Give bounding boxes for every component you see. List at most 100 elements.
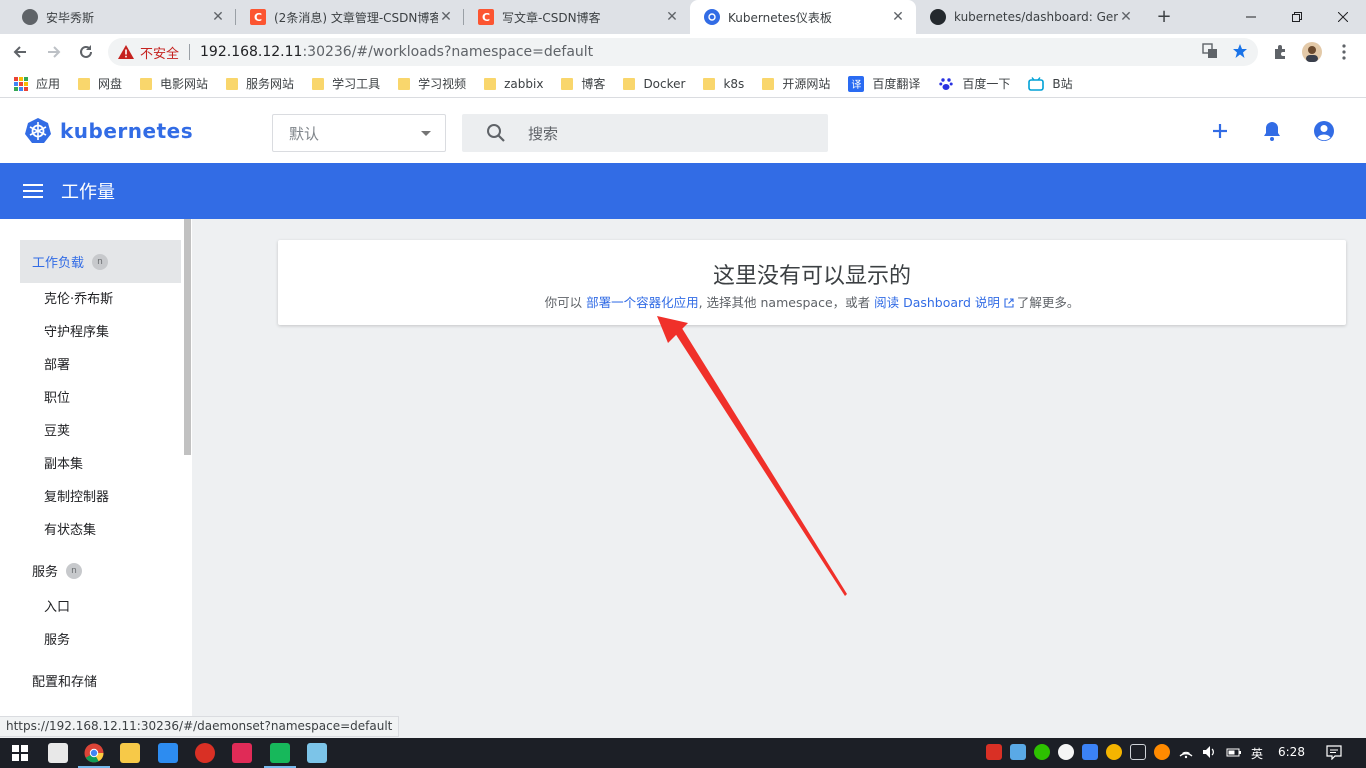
app-icon[interactable]: [232, 743, 252, 763]
sidebar-item-jobs[interactable]: 职位: [44, 389, 70, 409]
file-explorer-icon[interactable]: [120, 743, 140, 763]
sidebar-item-ingresses[interactable]: 入口: [44, 598, 70, 618]
sidebar-item-replicasets[interactable]: 副本集: [44, 455, 83, 475]
qq-icon[interactable]: [1058, 744, 1074, 760]
tray-app-icon[interactable]: [986, 744, 1002, 760]
browser-tab[interactable]: C 写文章-CSDN博客 ✕: [464, 0, 690, 34]
bookmark-folder[interactable]: 网盘: [78, 75, 122, 92]
bookmark-folder[interactable]: 开源网站: [762, 75, 830, 92]
empty-state-text: 你可以: [544, 295, 587, 310]
restore-icon[interactable]: [1274, 0, 1320, 34]
empty-state-text: , 选择其他 namespace，或者: [698, 295, 875, 310]
address-bar[interactable]: 不安全 192.168.12.11:30236/#/workloads?name…: [108, 38, 1258, 66]
browser-tab[interactable]: C (2条消息) 文章管理-CSDN博客 ✕: [236, 0, 464, 34]
create-plus-icon[interactable]: [1207, 118, 1233, 144]
app-icon[interactable]: [48, 743, 68, 763]
bookmark-folder[interactable]: Docker: [623, 77, 685, 91]
wifi-icon[interactable]: [1178, 744, 1194, 760]
folder-icon: [623, 77, 636, 90]
sidebar-item-deployments[interactable]: 部署: [44, 356, 70, 376]
bookmark-label: 应用: [36, 77, 61, 91]
bookmark-folder[interactable]: 学习视频: [398, 75, 466, 92]
terminal-app-icon[interactable]: [264, 743, 296, 768]
bookmark-star-icon[interactable]: [1232, 43, 1248, 63]
deploy-app-link[interactable]: 部署一个容器化应用: [586, 295, 699, 310]
search-tray-icon[interactable]: [1154, 744, 1170, 760]
kubernetes-logo[interactable]: kubernetes: [24, 117, 193, 145]
reload-icon[interactable]: [72, 38, 100, 66]
battery-icon[interactable]: [1226, 744, 1242, 760]
action-center-icon[interactable]: [1326, 744, 1342, 761]
close-icon[interactable]: ✕: [1118, 9, 1134, 25]
close-icon[interactable]: ✕: [890, 9, 906, 25]
browser-tab[interactable]: kubernetes/dashboard: General ✕: [916, 0, 1144, 34]
sidebar-scrollbar[interactable]: [184, 219, 191, 455]
close-icon[interactable]: ✕: [210, 9, 226, 25]
chrome-icon[interactable]: [78, 743, 110, 768]
bookmark-folder[interactable]: zabbix: [484, 77, 543, 91]
search-icon: [487, 124, 505, 142]
back-icon[interactable]: [6, 38, 34, 66]
dashboard-docs-link[interactable]: 阅读 Dashboard 说明: [874, 295, 1000, 310]
apps-grid-icon: [14, 76, 28, 91]
empty-state-card: 这里没有可以显示的 你可以 部署一个容器化应用, 选择其他 namespace，…: [278, 240, 1346, 325]
sidebar-item-daemonsets[interactable]: 守护程序集: [44, 323, 109, 343]
bookmark-apps[interactable]: 应用: [14, 75, 60, 92]
bookmark-baidu-translate[interactable]: 译 百度翻译: [848, 75, 920, 92]
search-input[interactable]: 搜索: [462, 114, 828, 152]
security-label[interactable]: 不安全: [140, 43, 179, 62]
tray-app-icon[interactable]: [1010, 744, 1026, 760]
app-icon[interactable]: [195, 743, 215, 763]
extensions-puzzle-icon[interactable]: [1270, 42, 1290, 62]
bookmark-folder[interactable]: 学习工具: [312, 75, 380, 92]
url-text[interactable]: 192.168.12.11:30236/#/workloads?namespac…: [200, 44, 593, 60]
bookmark-bilibili[interactable]: B站: [1028, 75, 1073, 92]
bookmark-label: 学习视频: [418, 77, 467, 91]
sidebar-section-workloads[interactable]: 工作负载 n: [20, 240, 181, 283]
account-circle-icon[interactable]: [1311, 118, 1337, 144]
display-icon[interactable]: [1130, 744, 1146, 760]
minimize-icon[interactable]: [1228, 0, 1274, 34]
pin-icon[interactable]: n: [92, 253, 109, 270]
translate-page-icon[interactable]: [1202, 43, 1218, 63]
tab-title: 写文章-CSDN博客: [502, 10, 601, 25]
sidebar-section-config-storage[interactable]: 配置和存储: [20, 659, 181, 702]
bookmark-baidu[interactable]: 百度一下: [938, 75, 1010, 92]
translate-icon: 译: [848, 75, 865, 92]
sidebar-item-cronjobs[interactable]: 克伦·乔布斯: [44, 290, 113, 310]
volume-icon[interactable]: [1202, 744, 1218, 760]
sidebar-item-services[interactable]: 服务: [44, 631, 70, 651]
close-icon[interactable]: ✕: [438, 9, 454, 25]
input-method-indicator[interactable]: 英: [1251, 745, 1263, 762]
empty-state-title: 这里没有可以显示的: [712, 264, 911, 289]
sidebar-item-pods[interactable]: 豆荚: [44, 422, 70, 442]
close-icon[interactable]: ✕: [664, 9, 680, 25]
new-tab-button[interactable]: +: [1152, 5, 1176, 29]
pin-icon[interactable]: n: [66, 562, 83, 579]
security-shield-icon[interactable]: [1082, 744, 1098, 760]
bookmark-folder[interactable]: 服务网站: [226, 75, 294, 92]
bookmark-folder[interactable]: 电影网站: [140, 75, 208, 92]
browser-menu-icon[interactable]: [1334, 42, 1354, 62]
bookmark-folder[interactable]: 博客: [561, 75, 605, 92]
windows-start-icon[interactable]: [10, 743, 30, 763]
bookmark-folder[interactable]: k8s: [703, 77, 744, 91]
sidebar-item-statefulsets[interactable]: 有状态集: [44, 521, 96, 541]
app-icon[interactable]: [158, 743, 178, 763]
globe-icon: [22, 9, 38, 25]
sidebar-section-services[interactable]: 服务 n: [20, 549, 181, 592]
tab-title: kubernetes/dashboard: General: [954, 10, 1118, 24]
window-close-icon[interactable]: [1320, 0, 1366, 34]
tray-app-icon[interactable]: [1106, 744, 1122, 760]
notifications-bell-icon[interactable]: [1259, 118, 1285, 144]
namespace-select[interactable]: 默认: [272, 114, 446, 152]
wechat-icon[interactable]: [1034, 744, 1050, 760]
system-clock[interactable]: 6:28: [1278, 745, 1305, 759]
hamburger-menu-icon[interactable]: [23, 184, 43, 198]
sidebar-item-replicationcontrollers[interactable]: 复制控制器: [44, 488, 109, 508]
notepad-icon[interactable]: [307, 743, 327, 763]
profile-avatar[interactable]: [1302, 42, 1322, 62]
browser-tab-active[interactable]: Kubernetes仪表板 ✕: [690, 0, 916, 34]
browser-tab[interactable]: 安毕秀斯 ✕: [8, 0, 236, 34]
forward-icon[interactable]: [40, 38, 68, 66]
